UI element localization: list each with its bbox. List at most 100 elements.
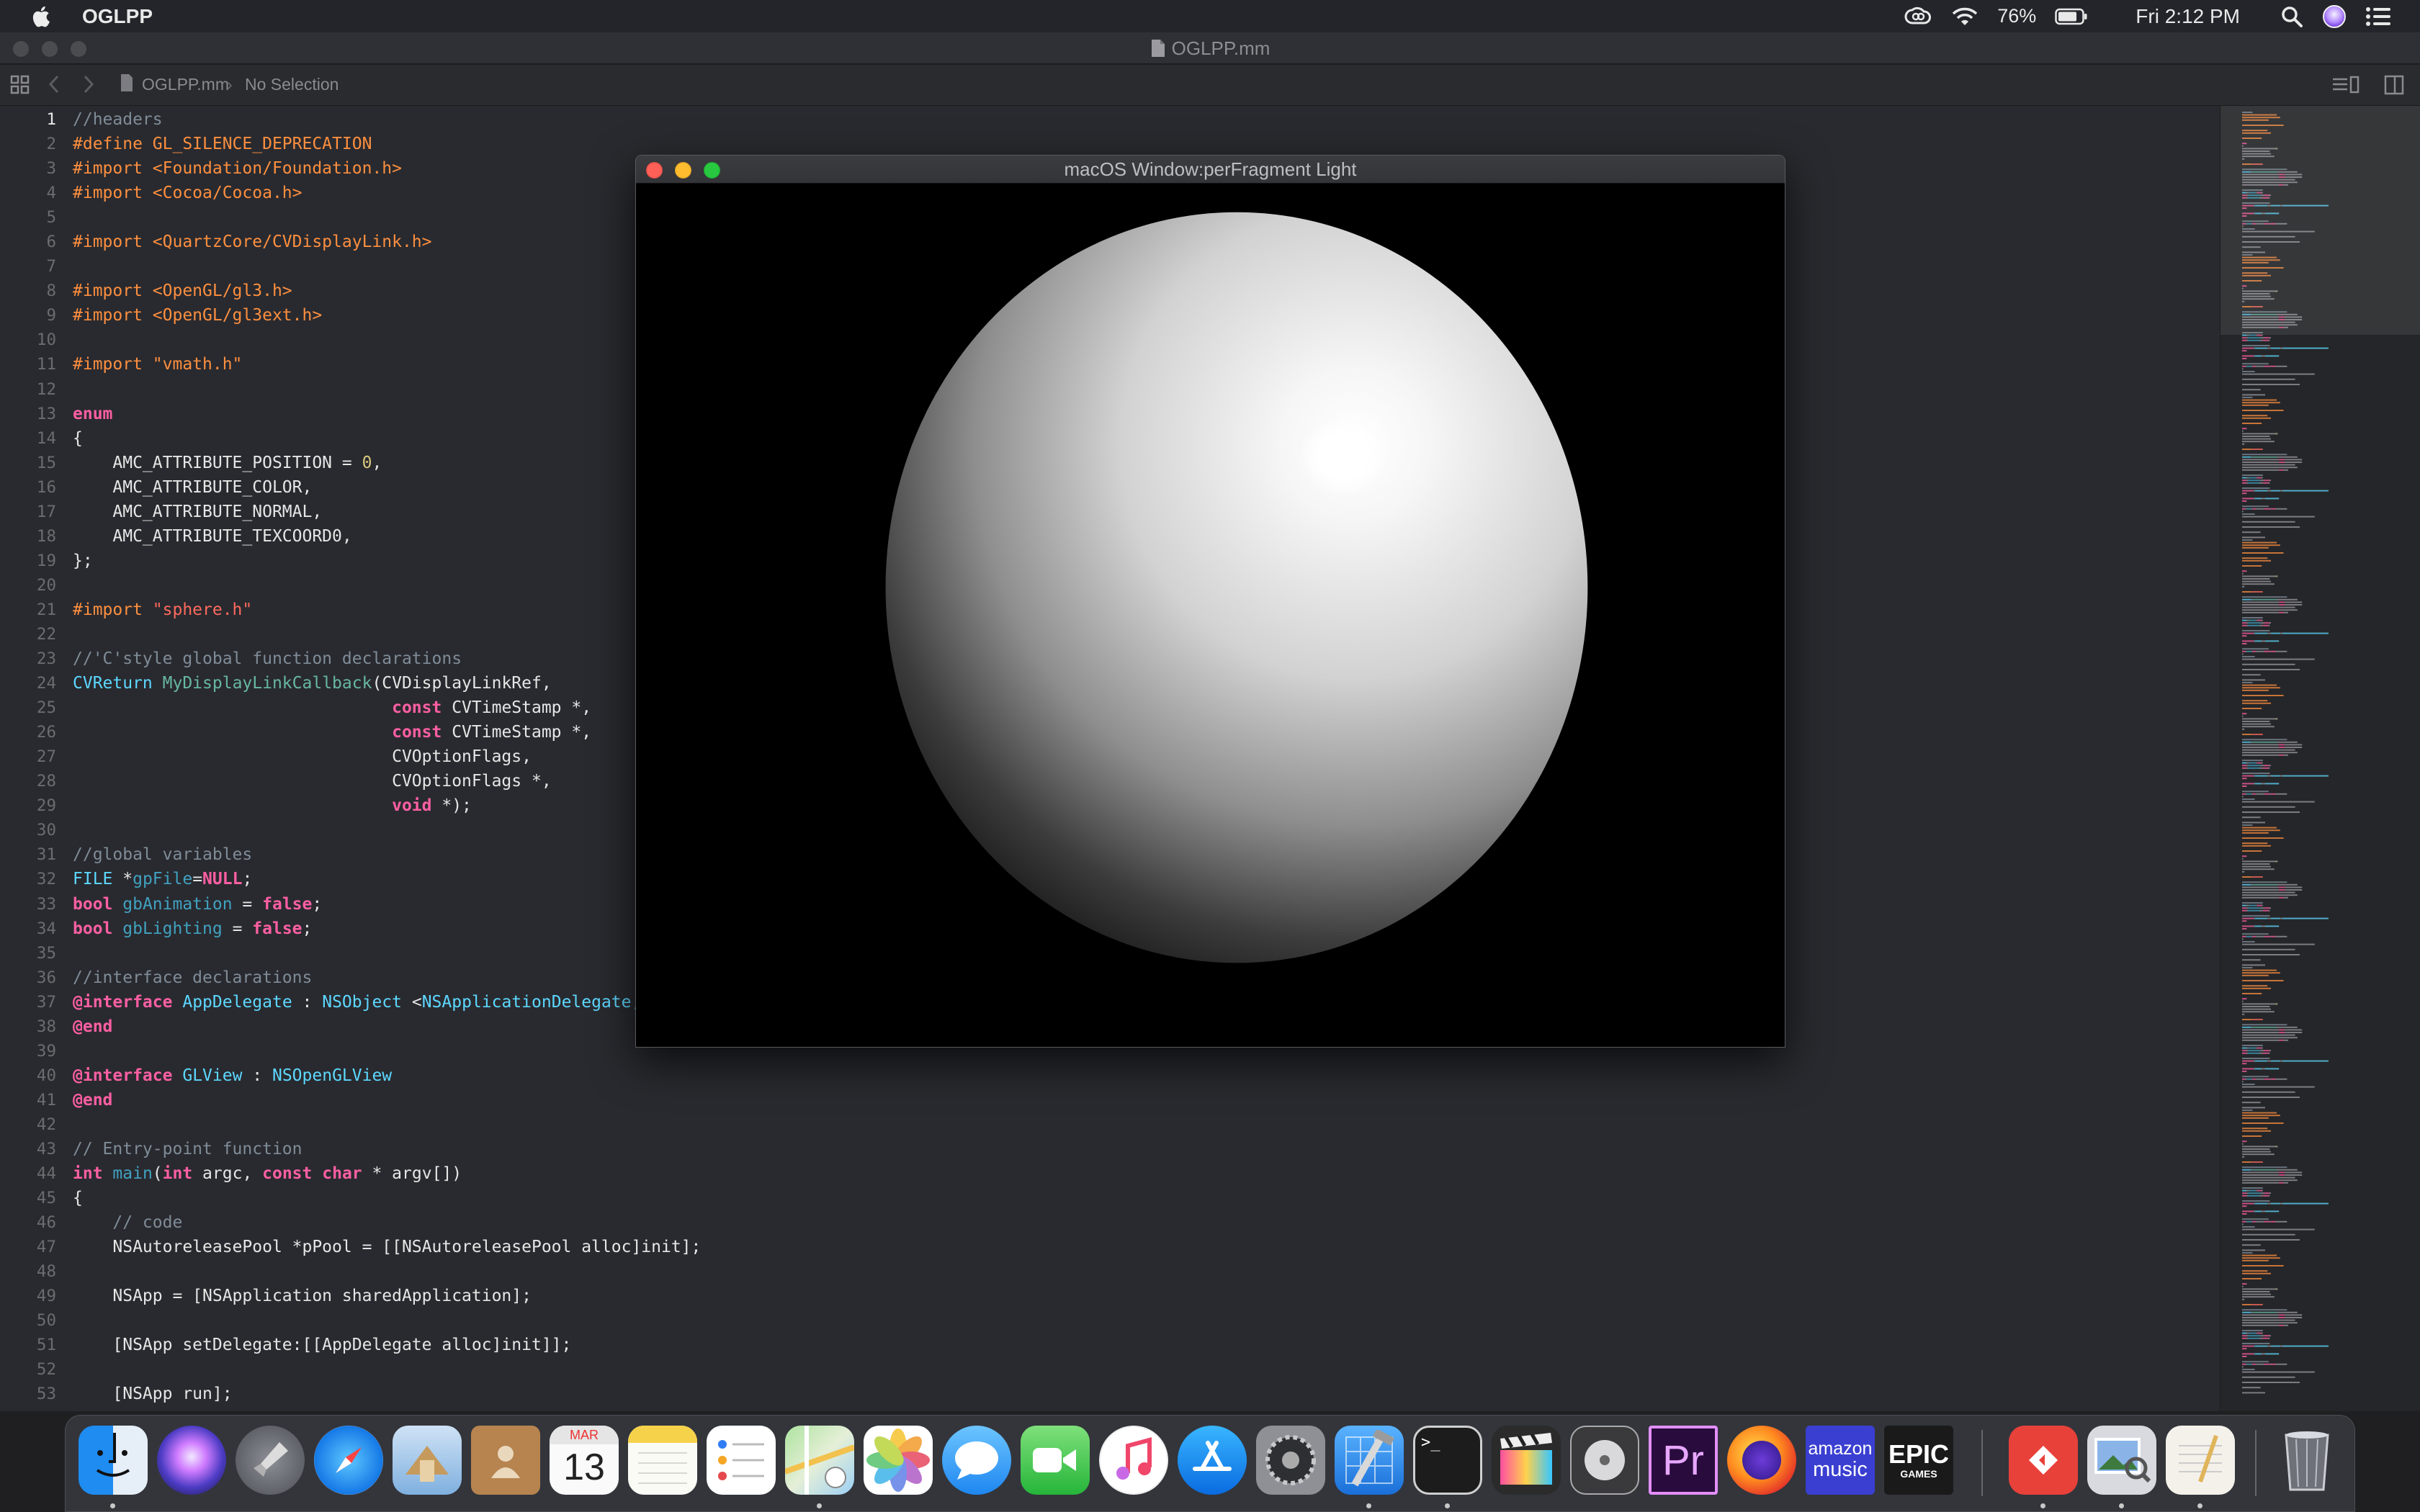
code-line[interactable] [73, 1307, 2197, 1331]
minimap-mark [2242, 855, 2247, 858]
code-token: NSApp = [NSApplication sharedApplication… [73, 1287, 532, 1306]
control-center-icon[interactable] [2365, 6, 2391, 27]
minimap-mark [2251, 591, 2263, 593]
facetime-icon[interactable] [1021, 1426, 1090, 1495]
apple-icon[interactable] [29, 4, 55, 30]
gl-window[interactable]: macOS Window:perFragment Light [635, 155, 1785, 1048]
code-line[interactable]: //headers [73, 106, 2197, 130]
textedit-icon[interactable] [2166, 1426, 2235, 1495]
trash-icon[interactable] [2272, 1426, 2341, 1495]
gl-window-titlebar[interactable]: macOS Window:perFragment Light [636, 156, 1785, 184]
code-line[interactable] [73, 1111, 2197, 1135]
back-icon[interactable] [48, 73, 60, 99]
code-line[interactable]: [NSApp run]; [73, 1380, 2197, 1405]
preview-icon[interactable] [2087, 1426, 2156, 1495]
related-items-icon[interactable] [10, 75, 30, 99]
photos-icon[interactable] [864, 1426, 933, 1495]
menu-clock[interactable]: Fri 2:12 PM [2136, 5, 2240, 28]
finder-icon[interactable] [79, 1426, 148, 1495]
minimap-mark [2242, 1115, 2280, 1117]
app-menu-name[interactable]: OGLPP [82, 5, 153, 28]
code-line[interactable] [73, 1356, 2197, 1380]
minimap-mark [2248, 907, 2261, 909]
wifi-icon[interactable] [1951, 6, 1978, 27]
terminal-icon[interactable]: >_ [1413, 1426, 1482, 1495]
minimap-viewport[interactable] [2220, 106, 2420, 335]
itunes-icon[interactable] [1099, 1426, 1168, 1495]
code-line[interactable]: int main(int argc, const char * argv[]) [73, 1160, 2197, 1184]
gl-render-view[interactable] [636, 184, 1785, 1048]
gl-close-button[interactable] [646, 162, 663, 179]
gl-minimize-button[interactable] [675, 162, 691, 179]
maps-icon[interactable] [785, 1426, 854, 1495]
messages-icon[interactable] [942, 1426, 1011, 1495]
siri-icon[interactable] [2322, 4, 2347, 29]
code-line[interactable]: // Entry-point function [73, 1135, 2197, 1160]
battery-percentage[interactable]: 76% [1997, 5, 2036, 27]
minimap-mark [2242, 974, 2269, 976]
spotlight-icon[interactable] [2280, 5, 2303, 28]
battery-icon[interactable] [2055, 8, 2088, 25]
calendar-icon[interactable]: MAR 13 [550, 1426, 619, 1495]
siri-dock-icon[interactable] [157, 1426, 226, 1495]
code-line[interactable]: @interface GLView : NSOpenGLView [73, 1062, 2197, 1086]
contacts-icon[interactable] [471, 1426, 540, 1495]
code-line[interactable] [73, 1405, 2197, 1411]
minimap-mark [2242, 889, 2280, 891]
minimap-mark [2245, 650, 2247, 652]
notes-icon[interactable] [628, 1426, 697, 1495]
minimap-mark [2242, 1153, 2275, 1156]
minimap-mark [2242, 1337, 2247, 1339]
minimap-mark [2242, 1348, 2247, 1350]
line-number: 19 [36, 551, 56, 570]
code-token: : [242, 1066, 272, 1085]
firefox-icon[interactable] [1727, 1426, 1796, 1495]
code-line[interactable]: NSAutoreleasePool *pPool = [[NSAutorelea… [73, 1233, 2197, 1258]
minimap-mark [2259, 339, 2263, 341]
launchpad-icon[interactable] [236, 1426, 305, 1495]
code-line[interactable]: { [73, 1184, 2197, 1209]
breadcrumb-selection[interactable]: No Selection [245, 75, 339, 94]
minimap-mark [2264, 1192, 2270, 1194]
breadcrumb-file[interactable]: OGLPP.mm [142, 75, 229, 94]
minimap-mark [2242, 1296, 2275, 1298]
logic-icon[interactable] [1570, 1426, 1639, 1495]
xcode-icon[interactable] [1335, 1426, 1404, 1495]
code-line[interactable]: [NSApp setDelegate:[[AppDelegate alloc]i… [73, 1331, 2197, 1356]
forward-icon[interactable] [82, 73, 95, 99]
reminders-icon[interactable] [707, 1426, 776, 1495]
code-line[interactable]: #define GL_SILENCE_DEPRECATION [73, 130, 2197, 155]
mail-icon[interactable] [393, 1426, 462, 1495]
premiere-icon[interactable]: Pr [1649, 1426, 1718, 1495]
inspector-toggle-icon[interactable] [2384, 75, 2404, 99]
minimap-mark [2242, 762, 2247, 764]
minimap-mark [2242, 1311, 2251, 1313]
amazon-music-icon[interactable]: amazon music [1806, 1426, 1875, 1495]
creative-cloud-icon[interactable] [1904, 6, 1932, 27]
final-cut-icon[interactable] [1492, 1426, 1561, 1495]
preview-running-indicator [2119, 1503, 2124, 1508]
minimap[interactable] [2220, 106, 2420, 1411]
lit-sphere [885, 212, 1588, 963]
minimap-mark [2246, 1220, 2251, 1223]
minimap-mark [2242, 1037, 2298, 1039]
code-line[interactable]: @end [73, 1086, 2197, 1111]
editor-options-icon[interactable] [2331, 75, 2360, 99]
anydesk-icon[interactable] [2009, 1426, 2078, 1495]
minimap-mark [2242, 744, 2280, 746]
code-line[interactable]: // code [73, 1209, 2197, 1233]
app-store-icon[interactable] [1178, 1426, 1247, 1495]
epic-games-icon[interactable]: EPIC GAMES [1884, 1426, 1953, 1495]
gl-zoom-button[interactable] [704, 162, 720, 179]
code-line[interactable]: NSApp = [NSApplication sharedApplication… [73, 1282, 2197, 1307]
minimap-mark [2262, 619, 2263, 621]
minimap-mark [2279, 896, 2284, 899]
minimap-mark [2280, 1060, 2282, 1062]
minimap-mark [2275, 1363, 2287, 1365]
minimap-mark [2242, 754, 2280, 756]
system-preferences-icon[interactable] [1256, 1426, 1325, 1495]
safari-icon[interactable] [314, 1426, 383, 1495]
code-line[interactable] [73, 1258, 2197, 1282]
